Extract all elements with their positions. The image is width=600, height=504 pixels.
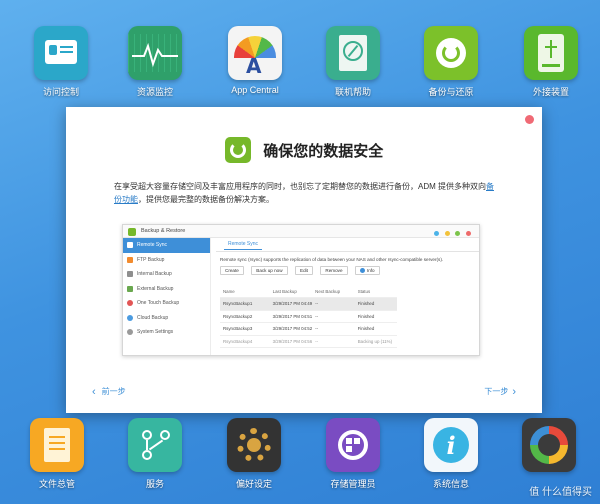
- services-share-icon: [128, 418, 182, 472]
- sidebar-item-ftp-backup: FTP Backup: [123, 253, 210, 268]
- desktop-icon-label: 存储管理员: [330, 479, 376, 489]
- create-button: Create: [220, 266, 244, 275]
- desktop-icon-label: 系统信息: [432, 479, 469, 489]
- desktop-icon-external-devices[interactable]: 外接装置: [506, 26, 596, 98]
- chevron-left-icon: ‹: [92, 386, 96, 398]
- file-explorer-icon: [30, 418, 84, 472]
- desktop-icon-activity-monitor[interactable]: [504, 418, 594, 477]
- desktop-icon-backup-restore[interactable]: 备份与还原: [406, 26, 496, 98]
- maximize-dot-icon: [455, 231, 461, 236]
- sidebar-item-external-backup: External Backup: [123, 282, 210, 297]
- preview-title-bar: Backup & Restore: [123, 225, 479, 238]
- heartbeat-monitor-icon: [128, 26, 182, 80]
- app-central-icon: A: [228, 26, 282, 80]
- external-disk-icon: [127, 285, 133, 292]
- sidebar-item-internal-backup: Internal Backup: [123, 267, 210, 282]
- tab-remote-sync: Remote Sync: [224, 241, 263, 250]
- desktop-icon-app-central[interactable]: A App Central: [210, 26, 300, 95]
- one-touch-icon: [127, 300, 133, 306]
- desktop-icon-label: 文件总管: [38, 479, 75, 489]
- desktop-icon-label: 访问控制: [42, 87, 79, 97]
- backup-restore-icon: [424, 26, 478, 80]
- remove-button: Remove: [320, 266, 348, 275]
- sidebar-item-one-touch-backup: One Touch Backup: [123, 296, 210, 311]
- desktop-icon-label: 资源监控: [136, 87, 173, 97]
- overlay-header: 确保您的数据安全: [66, 137, 542, 163]
- close-dot-icon: [466, 231, 471, 236]
- desktop-icon-label: 服务: [145, 479, 164, 489]
- table-row: RsyncBackup1 3/29/2017 PM 04:49 -- Finis…: [220, 297, 398, 311]
- column-header: Next Backup: [312, 285, 355, 298]
- desktop-icon-storage-manager[interactable]: 存储管理员: [308, 418, 398, 490]
- desktop-icon-online-help[interactable]: 联机帮助: [308, 26, 398, 98]
- column-header: Name: [220, 285, 270, 298]
- backup-restore-icon: [128, 228, 136, 236]
- desktop-icon-label: 偏好设定: [235, 479, 272, 489]
- internal-disk-icon: [127, 271, 133, 277]
- desktop-icon-label: 外接装置: [532, 87, 569, 97]
- prev-button[interactable]: ‹ 前一步: [92, 386, 126, 398]
- desktop-icon-resource-monitor[interactable]: 资源监控: [110, 26, 200, 98]
- overlay-description: 在享受超大容量存储空间及丰富应用程序的同时，也别忘了定期替您的数据进行备份，AD…: [114, 182, 494, 204]
- activity-ring-icon: [522, 418, 576, 472]
- help-compass-icon: [326, 26, 380, 80]
- preview-main: Remote Sync Remote sync (rsync) supports…: [216, 238, 479, 355]
- sync-icon: [127, 242, 133, 248]
- table-row: RsyncBackup4 3/29/2017 PM 04:56 -- Backi…: [220, 335, 398, 348]
- desktop-icon-file-explorer[interactable]: 文件总管: [12, 418, 102, 490]
- cloud-icon: [127, 314, 133, 321]
- sidebar-item-cloud-backup: Cloud Backup: [123, 311, 210, 326]
- ftp-icon: [127, 256, 133, 263]
- preview-sidebar: Remote Sync FTP Backup Internal Backup E…: [123, 238, 211, 355]
- info-button: Info: [354, 266, 380, 275]
- help-dot-icon: [434, 231, 440, 236]
- desktop-icon-label: App Central: [231, 85, 279, 95]
- backup-jobs-table: Name Last Backup Next Backup Status Rsyn…: [220, 285, 398, 348]
- usb-drive-icon: [524, 26, 578, 80]
- column-header: Status: [354, 285, 398, 298]
- desktop-icon-system-info[interactable]: i 系统信息: [406, 418, 496, 490]
- table-header-row: Name Last Backup Next Backup Status: [220, 285, 398, 298]
- intro-overlay: 确保您的数据安全 在享受超大容量存储空间及丰富应用程序的同时，也别忘了定期替您的…: [66, 107, 542, 413]
- table-row: RsyncBackup3 3/29/2017 PM 04:52 -- Finis…: [220, 322, 398, 336]
- next-button[interactable]: 下一步 ›: [484, 386, 516, 398]
- backup-restore-preview-window: Backup & Restore Remote Sync FTP Backup …: [122, 224, 480, 356]
- id-card-icon: [34, 26, 88, 80]
- info-icon: i: [424, 418, 478, 472]
- info-icon: [359, 268, 365, 274]
- preview-toolbar: Create Back up now Edit Remove Info: [220, 266, 479, 275]
- preview-description: Remote sync (rsync) supports the replica…: [220, 257, 444, 262]
- overlay-title: 确保您的数据安全: [263, 142, 384, 160]
- chevron-right-icon: ›: [512, 386, 516, 398]
- watermark: 值 什么值得买: [529, 487, 592, 498]
- desktop-icon-label: 备份与还原: [428, 87, 474, 97]
- back-up-now-button: Back up now: [251, 266, 288, 275]
- preview-tab-bar: Remote Sync: [216, 238, 479, 252]
- close-icon[interactable]: [525, 115, 534, 124]
- storage-manager-icon: [326, 418, 380, 472]
- column-header: Last Backup: [269, 285, 313, 298]
- desktop-icon-label: 联机帮助: [334, 87, 371, 97]
- sidebar-item-system-settings: System Settings: [123, 325, 210, 340]
- settings-gear-icon: [227, 418, 281, 472]
- desktop-icon-services[interactable]: 服务: [110, 418, 200, 490]
- sidebar-item-remote-sync: Remote Sync: [123, 238, 210, 253]
- backup-restore-icon: [224, 137, 251, 163]
- desktop-icon-access-control[interactable]: 访问控制: [16, 26, 106, 98]
- desktop-icon-preferences[interactable]: 偏好设定: [209, 418, 299, 490]
- table-row: RsyncBackup2 3/29/2017 PM 04:51 -- Finis…: [220, 310, 398, 323]
- edit-button: Edit: [295, 266, 313, 275]
- minimize-dot-icon: [444, 231, 450, 236]
- gear-icon: [127, 329, 133, 335]
